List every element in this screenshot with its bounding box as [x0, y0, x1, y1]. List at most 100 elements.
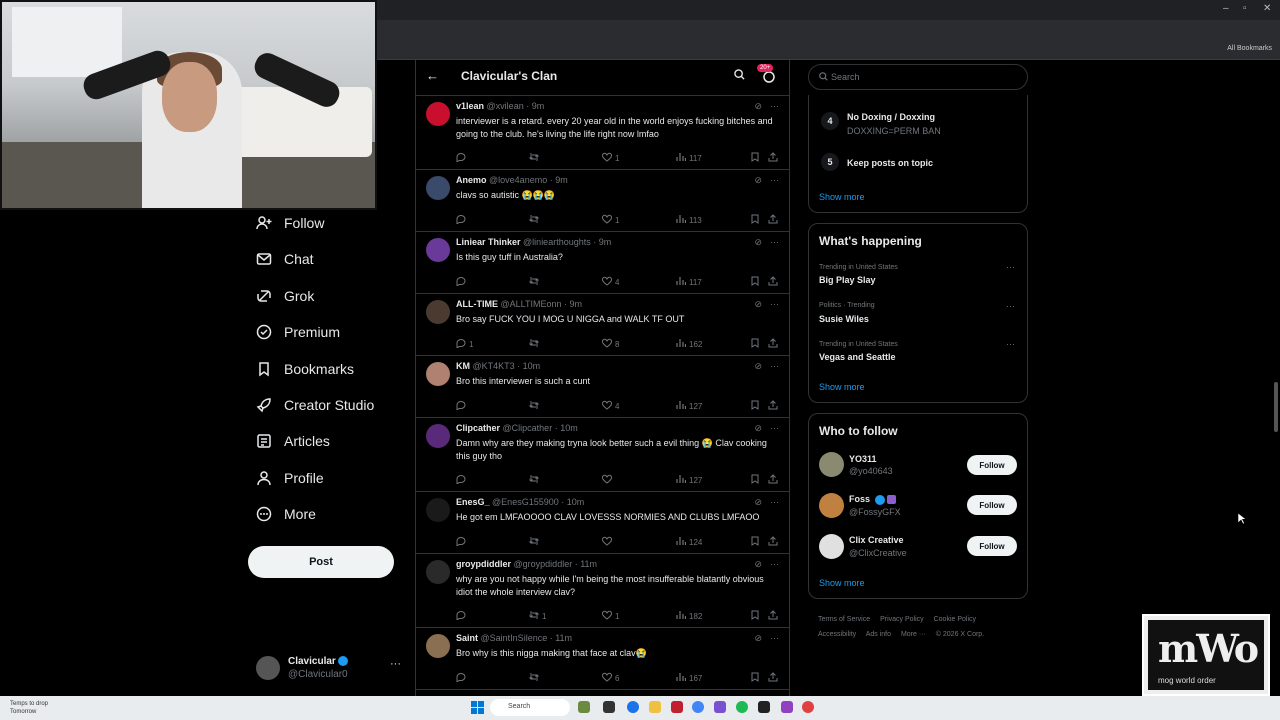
tweet[interactable]: KM @KT4KT3 · 10m ⊘ ··· Bro this interviewer… [416, 356, 789, 418]
tweet-author-handle[interactable]: @SaintInSilence [481, 633, 548, 643]
tweet-author-name[interactable]: Clipcather [456, 423, 500, 433]
grok-icon[interactable]: ⊘ [754, 101, 762, 112]
scrollbar-thumb[interactable] [1274, 382, 1278, 432]
search-box[interactable]: Search [808, 64, 1028, 90]
trend-name[interactable]: Vegas and Seattle [819, 352, 896, 362]
tweet-author-name[interactable]: v1lean [456, 101, 484, 111]
grok-icon[interactable]: ⊘ [754, 633, 762, 644]
more-icon[interactable]: ··· [770, 299, 779, 310]
nav-profile[interactable]: Profile [256, 470, 324, 486]
tweet-author-handle[interactable]: @liniearthoughts [523, 237, 591, 247]
avatar[interactable] [426, 498, 450, 522]
like-button[interactable]: 6 [601, 672, 619, 684]
views-button[interactable]: 124 [676, 536, 702, 548]
user-name[interactable]: Clix Creative [849, 535, 904, 545]
reply-button[interactable] [456, 400, 469, 412]
repost-button[interactable] [529, 276, 542, 288]
nav-chat[interactable]: Chat [256, 251, 314, 267]
bookmark-button[interactable] [750, 400, 760, 412]
more-icon[interactable]: ··· [770, 101, 779, 112]
like-button[interactable]: 1 [601, 214, 619, 226]
reply-button[interactable] [456, 276, 469, 288]
reply-button[interactable] [456, 672, 469, 684]
share-button[interactable] [768, 214, 778, 226]
avatar[interactable] [819, 534, 844, 559]
tweet[interactable]: Saint @SaintInSilence · 11m ⊘ ··· Bro why i… [416, 628, 789, 690]
bookmark-button[interactable] [750, 214, 760, 226]
rules-show-more-link[interactable]: Show more [819, 192, 865, 202]
share-button[interactable] [768, 338, 778, 350]
more-icon[interactable]: ··· [770, 633, 779, 644]
repost-button[interactable] [529, 214, 542, 226]
like-button[interactable] [601, 536, 615, 548]
views-button[interactable]: 162 [676, 338, 702, 350]
grok-icon[interactable]: ⊘ [754, 423, 762, 434]
avatar[interactable] [426, 362, 450, 386]
bookmark-button[interactable] [750, 276, 760, 288]
avatar[interactable] [819, 493, 844, 518]
search-icon[interactable] [734, 69, 745, 83]
footer-link[interactable]: Cookie Policy [934, 616, 976, 623]
avatar[interactable] [426, 300, 450, 324]
more-icon[interactable]: ··· [1006, 339, 1015, 349]
tweet-author-name[interactable]: Saint [456, 633, 478, 643]
views-button[interactable]: 117 [676, 152, 702, 164]
tweet-time[interactable]: 11m [555, 633, 572, 643]
trends-show-more-link[interactable]: Show more [819, 382, 865, 392]
tweet-author-handle[interactable]: @EnesG155900 [492, 497, 559, 507]
spotify-icon[interactable] [736, 701, 748, 713]
app-icon[interactable] [671, 701, 683, 713]
tweet-author-handle[interactable]: @KT4KT3 [473, 361, 515, 371]
discord-icon[interactable] [714, 701, 726, 713]
more-icon[interactable]: ··· [1006, 301, 1015, 311]
repost-button[interactable] [529, 536, 542, 548]
footer-link[interactable]: Accessibility [818, 631, 856, 638]
views-button[interactable]: 113 [676, 214, 702, 226]
repost-button[interactable] [529, 338, 542, 350]
weather-widget[interactable]: Temps to drop Tomorrow [10, 700, 48, 716]
footer-link[interactable]: Ads info [866, 631, 891, 638]
share-button[interactable] [768, 536, 778, 548]
more-icon[interactable]: ··· [1006, 262, 1015, 272]
avatar[interactable] [819, 452, 844, 477]
terminal-icon[interactable] [758, 701, 770, 713]
nav-more[interactable]: More [256, 506, 316, 522]
grok-icon[interactable]: ⊘ [754, 299, 762, 310]
tweet[interactable]: EnesG_ @EnesG155900 · 10m ⊘ ··· He got em L… [416, 492, 789, 554]
more-icon[interactable]: ··· [770, 237, 779, 248]
avatar[interactable] [426, 634, 450, 658]
repost-button[interactable]: 1 [529, 610, 546, 622]
user-name[interactable]: Foss [849, 494, 870, 504]
follow-show-more-link[interactable]: Show more [819, 578, 865, 588]
minimize-icon[interactable]: – [1223, 3, 1229, 14]
tweet[interactable]: Clipcather @Clipcather · 10m ⊘ ··· Damn why… [416, 418, 789, 492]
footer-link[interactable]: More ··· [901, 631, 926, 638]
folder-icon[interactable] [649, 701, 661, 713]
nav-premium[interactable]: Premium [256, 324, 340, 340]
bookmark-button[interactable] [750, 474, 760, 486]
back-arrow-icon[interactable]: ← [426, 68, 439, 83]
tweet-time[interactable]: 10m [523, 361, 541, 371]
tweet-author-name[interactable]: KM [456, 361, 470, 371]
bookmark-button[interactable] [750, 610, 760, 622]
community-timeline[interactable]: ← Clavicular's Clan 20+ v1lean @xvilean … [415, 60, 790, 696]
tweet-author-handle[interactable]: @xvilean [487, 101, 524, 111]
more-icon[interactable]: ··· [770, 361, 779, 372]
repost-button[interactable] [529, 400, 542, 412]
tweet-time[interactable]: 9m [599, 237, 612, 247]
more-icon[interactable]: ··· [390, 658, 401, 670]
tweet-author-handle[interactable]: @ALLTIMEonn [501, 299, 562, 309]
share-button[interactable] [768, 400, 778, 412]
repost-button[interactable] [529, 474, 542, 486]
reply-button[interactable] [456, 536, 469, 548]
search-input[interactable]: Search [831, 72, 860, 82]
tweet-author-handle[interactable]: @groypdiddler [514, 559, 573, 569]
like-button[interactable]: 4 [601, 276, 619, 288]
trend-name[interactable]: Big Play Slay [819, 275, 876, 285]
like-button[interactable]: 8 [601, 338, 619, 350]
tweet[interactable]: ALL-TIME @ALLTIMEonn · 9m ⊘ ··· Bro say FUC… [416, 294, 789, 356]
trend-name[interactable]: Susie Wiles [819, 314, 869, 324]
tweet-author-handle[interactable]: @Clipcather [503, 423, 553, 433]
account-switcher[interactable]: Clavicular @Clavicular0 ··· [256, 654, 406, 684]
tweet-time[interactable]: 11m [580, 559, 597, 569]
